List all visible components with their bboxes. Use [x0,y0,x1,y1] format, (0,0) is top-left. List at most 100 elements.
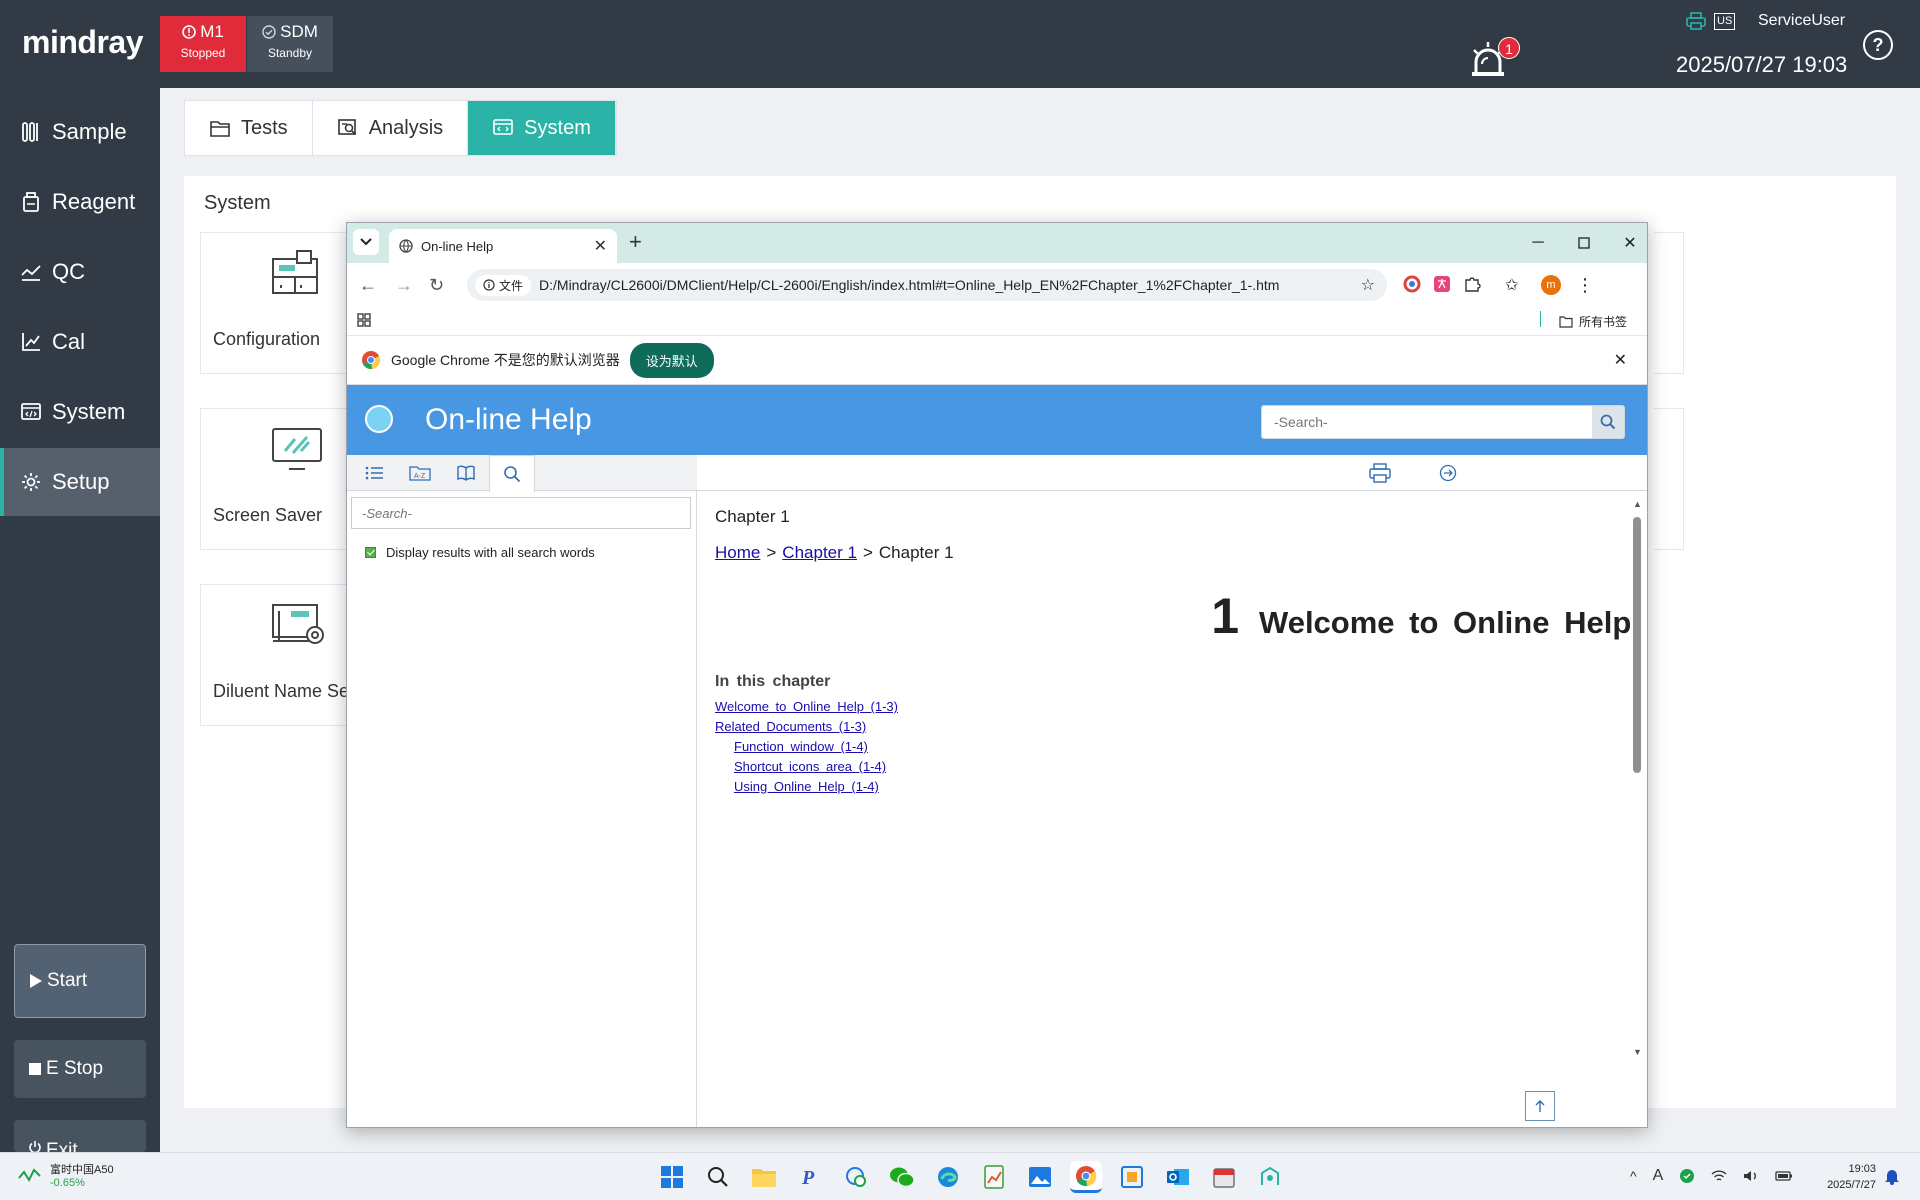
scroll-up-arrow[interactable]: ▲ [1633,499,1642,509]
breadcrumb-home-link[interactable]: Home [715,543,760,563]
content-scrollbar[interactable]: ▲ ▼ [1633,499,1642,1059]
panel-title: System [204,192,271,214]
outlook-icon[interactable] [1162,1161,1194,1193]
close-tab-icon[interactable]: ✕ [594,236,607,256]
help-article: Chapter 1 Home > Chapter 1 > Chapter 1 1… [715,491,1631,1111]
scrollbar-thumb[interactable] [1633,517,1641,773]
ime-indicator[interactable]: A [1653,1167,1664,1185]
chat-app-icon[interactable] [840,1161,872,1193]
speaker-icon[interactable] [1743,1169,1759,1183]
chrome-extension-icon[interactable] [1403,275,1423,295]
reload-icon[interactable]: ↻ [429,275,444,296]
stock-change: -0.65% [50,1177,85,1189]
nav-system[interactable]: System [0,378,160,446]
search-tab[interactable] [489,455,535,492]
bookmark-star-icon[interactable]: ☆ [1361,275,1375,295]
module-name: M1 [200,22,224,41]
search-option-row: Display results with all search words [365,545,595,560]
nav-setup[interactable]: Setup [0,448,160,516]
site-info-chip[interactable]: 文件 [475,274,532,296]
toc-sublink[interactable]: Using Online Help (1-4) [734,777,898,796]
scroll-down-arrow[interactable]: ▼ [1633,1047,1642,1057]
app-ic-icon[interactable] [1208,1161,1240,1193]
stock-name: 富时中国A50 [50,1164,114,1176]
back-to-top-button[interactable] [1525,1091,1555,1121]
battery-icon[interactable] [1775,1170,1793,1182]
nav-cal[interactable]: Cal [0,308,160,376]
next-topic-icon[interactable] [1439,464,1457,482]
maximize-button[interactable] [1561,223,1607,263]
power-icon [28,1140,42,1152]
tab-search-button[interactable] [353,229,379,255]
close-infobar-icon[interactable]: ✕ [1614,350,1627,370]
breadcrumb-chapter-link[interactable]: Chapter 1 [782,543,857,563]
module-m1-status[interactable]: M1 Stopped [160,16,246,72]
exit-button[interactable]: Exit [14,1120,146,1152]
start-button[interactable]: Start [14,944,146,1018]
toc-sublink[interactable]: Shortcut icons area (1-4) [734,757,898,776]
search-icon[interactable] [1592,406,1624,438]
nav-reagent[interactable]: Reagent [0,168,160,236]
windows-app-icon[interactable] [1116,1161,1148,1193]
tab-system[interactable]: System [468,101,616,155]
set-default-button[interactable]: 设为默认 [629,342,714,378]
list-icon [364,465,384,481]
browser-tab[interactable]: On-line Help ✕ [389,229,617,263]
toc-link[interactable]: Welcome to Online Help (1-3) [715,697,898,716]
app-p-icon[interactable]: P [794,1161,826,1193]
minimize-button[interactable]: ─ [1515,223,1561,263]
toc-tab[interactable] [351,455,397,491]
extensions-puzzle-icon[interactable] [1463,275,1483,295]
module-sdm-status[interactable]: SDM Standby [247,16,333,72]
new-tab-button[interactable]: + [629,229,642,255]
apps-grid-icon[interactable] [357,313,371,327]
chevron-up-icon[interactable]: ^ [1630,1168,1637,1184]
lis-connection-icon[interactable]: US [1714,12,1736,30]
chapter-number: 1 [1211,588,1239,644]
tab-label: System [524,116,591,139]
printer-icon[interactable] [1686,12,1706,30]
favorites-star-icon[interactable]: ✩ [1505,275,1525,295]
wechat-icon[interactable] [886,1161,918,1193]
windows-start-icon[interactable] [656,1161,688,1193]
top-bar: mindray M1 Stopped SDM Standby 1 US Serv… [0,0,1920,88]
stock-widget[interactable]: 富时中国A50 -0.65% [18,1161,114,1189]
forward-icon[interactable]: → [395,275,413,296]
index-tab[interactable]: A-Z [397,455,443,491]
pane-search-input[interactable] [352,498,690,528]
all-words-checkbox[interactable] [365,547,376,558]
taskbar-clock[interactable]: 19:03 2025/7/27 [1820,1161,1876,1193]
chrome-taskbar-icon[interactable] [1070,1161,1102,1193]
kebab-menu-icon[interactable]: ⋮ [1575,275,1595,295]
app-tray-icon[interactable] [1679,1168,1695,1184]
translate-extension-icon[interactable] [1433,275,1453,295]
bookmarks-label: 所有书签 [1579,315,1628,329]
help-button[interactable]: ? [1863,30,1893,60]
back-icon[interactable]: ← [359,275,377,296]
app-network-icon[interactable] [1254,1161,1286,1193]
nav-sample[interactable]: Sample [0,98,160,166]
play-icon [29,973,43,989]
sample-tubes-icon [20,121,42,143]
print-icon[interactable] [1369,463,1391,483]
search-icon[interactable] [702,1161,734,1193]
notification-bell-icon[interactable] [1884,1167,1900,1185]
emergency-stop-button[interactable]: E Stop [14,1040,146,1098]
nav-qc[interactable]: QC [0,238,160,306]
tab-analysis[interactable]: Analysis [313,101,469,155]
image-app-icon[interactable] [1024,1161,1056,1193]
toc-sublink[interactable]: Function window (1-4) [734,737,898,756]
close-window-button[interactable]: ✕ [1607,223,1647,263]
tab-tests[interactable]: Tests [185,101,313,155]
address-bar[interactable]: 文件 D:/Mindray/CL2600i/DMClient/Help/CL-2… [467,269,1387,301]
chart-app-icon[interactable] [978,1161,1010,1193]
help-search-input[interactable] [1262,406,1592,438]
wifi-icon[interactable] [1711,1169,1727,1183]
alert-icon [182,25,196,39]
glossary-tab[interactable] [443,455,489,491]
profile-avatar[interactable]: m [1541,275,1561,295]
toc-link[interactable]: Related Documents (1-3) [715,717,898,736]
edge-browser-icon[interactable] [932,1161,964,1193]
file-explorer-icon[interactable] [748,1161,780,1193]
all-bookmarks-folder[interactable]: 所有书签 [1559,313,1627,330]
